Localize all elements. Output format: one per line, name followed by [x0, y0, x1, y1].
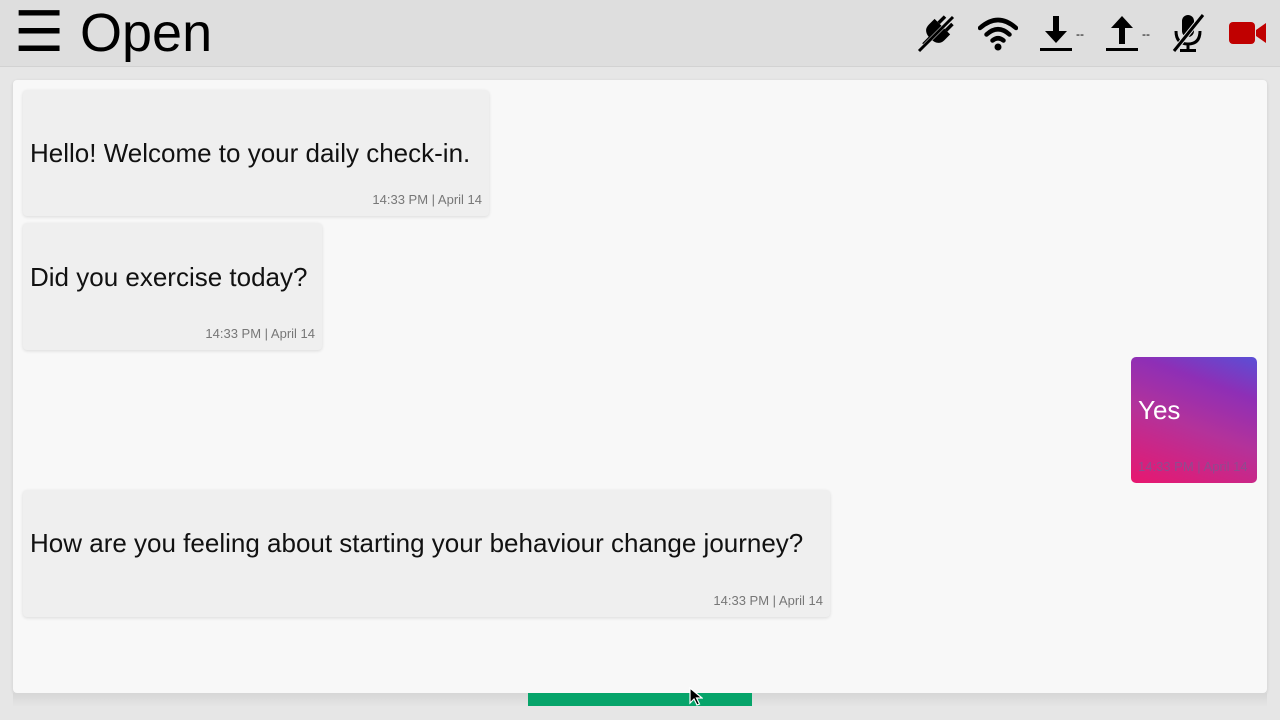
menu-button[interactable]: ☰ Open [14, 4, 212, 62]
message-timestamp: 14:33 PM | April 14 [1138, 459, 1248, 474]
video-camera-icon[interactable] [1228, 20, 1268, 46]
status-icons: -- -- [916, 10, 1268, 56]
message-timestamp: 14:33 PM | April 14 [713, 593, 823, 608]
message-timestamp: 14:33 PM | April 14 [205, 326, 315, 341]
send-bar[interactable] [528, 693, 752, 706]
mic-off-icon[interactable] [1170, 12, 1206, 54]
plug-off-icon [916, 12, 956, 54]
message-text: Did you exercise today? [30, 262, 308, 292]
user-message-bubble: Yes 14:33 PM | April 14 [1131, 357, 1257, 483]
wifi-icon [978, 13, 1018, 53]
top-bar: ☰ Open -- -- [0, 0, 1280, 67]
upload-status: -- [1104, 12, 1150, 54]
upload-arrow-icon [1106, 16, 1138, 51]
message-timestamp: 14:33 PM | April 14 [372, 192, 482, 207]
download-rate: -- [1076, 27, 1084, 41]
message-text: Hello! Welcome to your daily check-in. [30, 138, 471, 168]
chat-panel[interactable]: Hello! Welcome to your daily check-in. 1… [13, 80, 1267, 693]
hamburger-menu-icon[interactable]: ☰ [14, 5, 64, 61]
bot-message-bubble: Did you exercise today? 14:33 PM | April… [23, 223, 322, 350]
bot-message-bubble: How are you feeling about starting your … [23, 490, 830, 617]
message-text: Yes [1138, 395, 1181, 425]
message-text: How are you feeling about starting your … [30, 528, 804, 558]
download-arrow-icon [1040, 16, 1072, 51]
upload-rate: -- [1142, 27, 1150, 41]
bot-message-bubble: Hello! Welcome to your daily check-in. 1… [23, 90, 489, 216]
download-status: -- [1038, 12, 1084, 54]
page-title: Open [80, 3, 213, 63]
mouse-cursor-icon [689, 687, 703, 706]
